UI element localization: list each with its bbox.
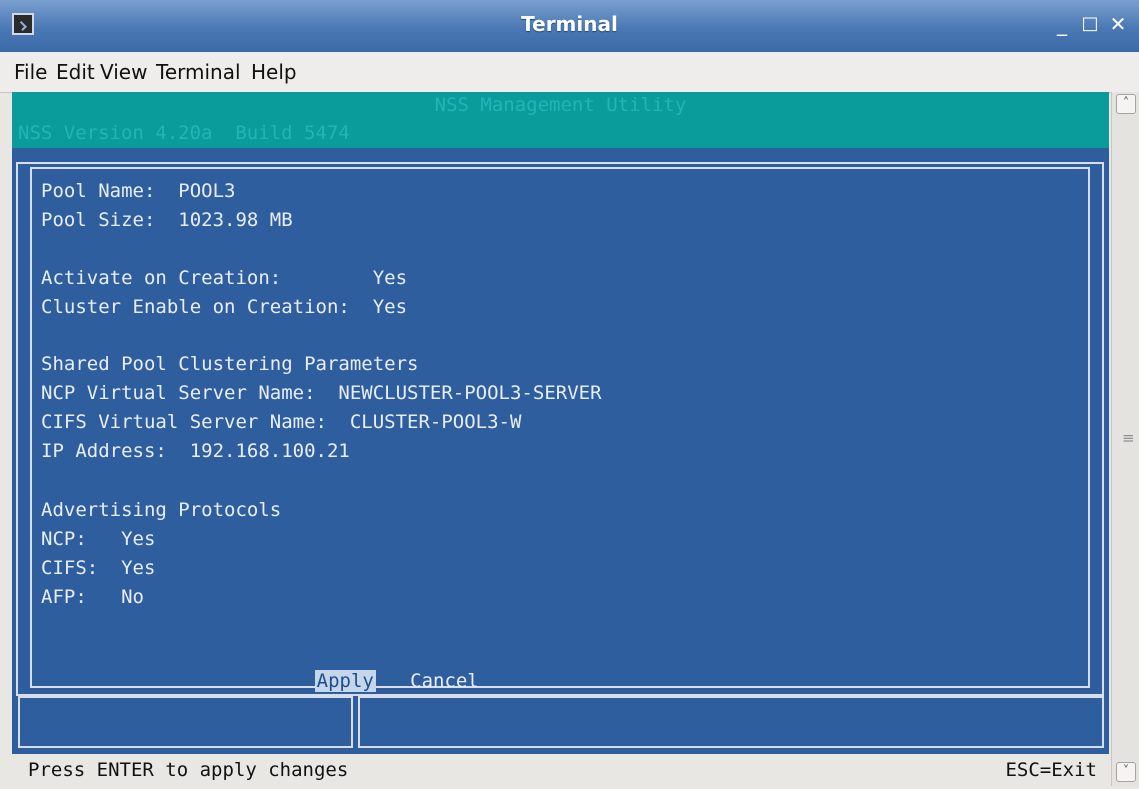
minimize-button[interactable]: _: [1050, 12, 1074, 36]
ncp-protocol-field[interactable]: NCP: Yes: [41, 527, 155, 551]
window-title: Terminal: [521, 12, 618, 36]
ip-address-field[interactable]: IP Address: 192.168.100.21: [41, 439, 350, 463]
bottom-right-pane: [358, 696, 1104, 748]
title-bar[interactable]: Terminal _ □ ✕: [0, 0, 1139, 53]
cifs-virtual-server-field[interactable]: CIFS Virtual Server Name: CLUSTER-POOL3-…: [41, 410, 521, 434]
escape-exit-hint: ESC=Exit: [1005, 759, 1097, 781]
apply-button[interactable]: Apply: [314, 670, 376, 692]
menu-edit[interactable]: Edit: [56, 60, 95, 84]
pool-size: Pool Size: 1023.98 MB: [41, 209, 293, 231]
menu-terminal[interactable]: Terminal: [156, 60, 241, 84]
terminal-window: Terminal _ □ ✕ File Edit View Terminal H…: [0, 0, 1139, 789]
ncp-virtual-server-field[interactable]: NCP Virtual Server Name: NEWCLUSTER-POOL…: [41, 381, 602, 405]
status-hint: Press ENTER to apply changes: [28, 759, 349, 781]
menu-view[interactable]: View: [100, 60, 147, 84]
version-info: NSS Version 4.20a Build 5474: [18, 122, 350, 144]
utility-title: NSS Management Utility: [434, 94, 687, 116]
cancel-button[interactable]: Cancel: [410, 670, 479, 692]
menu-file[interactable]: File: [14, 60, 47, 84]
section-title-advertising: Advertising Protocols: [41, 499, 282, 521]
scrollbar-grip-icon[interactable]: ≡: [1122, 429, 1135, 447]
scroll-up-arrow-icon[interactable]: ˄: [1116, 94, 1136, 114]
cluster-enable-on-creation[interactable]: Cluster Enable on Creation: Yes: [41, 295, 407, 319]
close-button[interactable]: ✕: [1106, 12, 1130, 36]
maximize-button[interactable]: □: [1078, 12, 1102, 36]
scroll-down-arrow-icon[interactable]: ˅: [1116, 762, 1136, 782]
activate-on-creation[interactable]: Activate on Creation: Yes: [41, 266, 407, 290]
cifs-protocol-field[interactable]: CIFS: Yes: [41, 556, 155, 580]
menu-help[interactable]: Help: [251, 60, 297, 84]
terminal-screen[interactable]: NSS Management Utility NSS Version 4.20a…: [12, 92, 1109, 786]
section-title-clustering: Shared Pool Clustering Parameters: [41, 353, 419, 375]
vertical-scrollbar[interactable]: ˄ ≡ ˅: [1111, 92, 1139, 786]
pool-name: Pool Name: POOL3: [41, 180, 236, 202]
header-band: NSS Management Utility NSS Version 4.20a…: [12, 92, 1109, 148]
status-bar: Press ENTER to apply changes ESC=Exit: [12, 754, 1109, 786]
afp-protocol-field[interactable]: AFP: No: [41, 585, 144, 609]
menu-bar: File Edit View Terminal Help: [0, 52, 1139, 93]
bottom-left-pane: [18, 696, 353, 748]
